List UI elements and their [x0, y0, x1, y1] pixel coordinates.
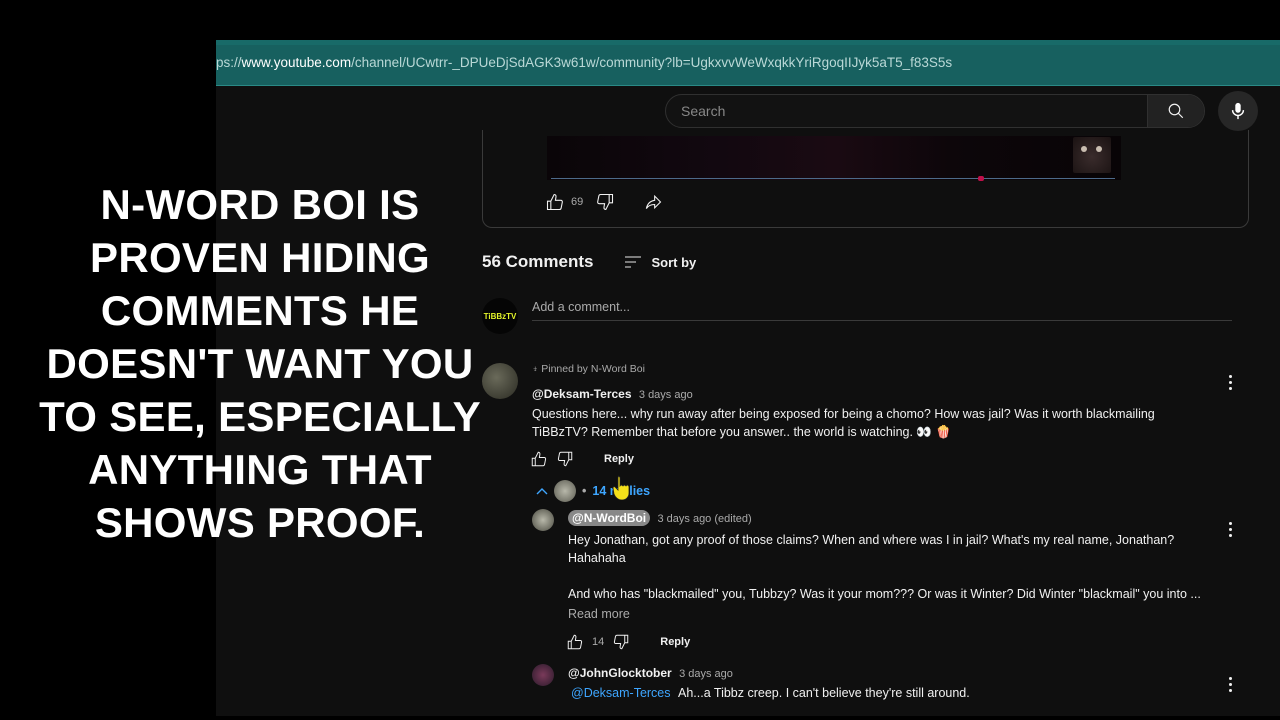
url-text[interactable]: ps://www.youtube.com/channel/UCwtrr-_DPU…: [216, 55, 952, 70]
video-progress-marker[interactable]: [978, 176, 984, 181]
comment-text-line: Questions here... why run away after bei…: [532, 407, 1155, 421]
comment-author[interactable]: @Deksam-Terces: [532, 387, 632, 401]
search-input[interactable]: [666, 102, 1147, 120]
pinned-label: ⍖ Pinned by N-Word Boi: [532, 363, 645, 376]
thumbs-up-icon: [546, 193, 563, 211]
reply-header: @JohnGlocktober 3 days ago: [568, 666, 733, 680]
reply-author-avatar[interactable]: [532, 664, 554, 686]
comment-menu-button[interactable]: [1229, 375, 1233, 390]
reply-like-button[interactable]: [566, 633, 584, 651]
reply-text-line: And who has "blackmailed" you, Tubbzy? W…: [568, 587, 1201, 601]
thumbs-up-icon: [531, 451, 547, 467]
reply-text-content: Ah...a Tibbz creep. I can't believe they…: [678, 686, 970, 700]
url-host: www.youtube.com: [241, 55, 352, 70]
sort-by-label: Sort by: [651, 254, 697, 270]
sort-icon: [625, 256, 642, 268]
comment-header: @Deksam-Terces 3 days ago: [532, 387, 693, 401]
url-path: /channel/UCwtrr-_DPUeDjSdAGK3w61w/commun…: [351, 55, 953, 70]
mention-link[interactable]: @Deksam-Terces: [571, 686, 671, 700]
eye-left: [1081, 146, 1087, 152]
address-bar[interactable]: ps://www.youtube.com/channel/UCwtrr-_DPU…: [216, 40, 1280, 86]
reply-text: Hey Jonathan, got any proof of those cla…: [568, 531, 1201, 603]
voice-search-button[interactable]: [1218, 91, 1258, 131]
creator-avatar-small: [554, 480, 576, 502]
post-like-count: 69: [571, 196, 584, 208]
reply-text-line: Hey Jonathan, got any proof of those cla…: [568, 533, 1175, 547]
eye-right: [1096, 146, 1102, 152]
comment-actions: Reply: [530, 450, 634, 468]
reply-actions: 14 Reply: [566, 633, 690, 651]
channel-owner-badge[interactable]: @N-WordBoi: [568, 510, 651, 526]
community-post-card: 69: [482, 130, 1249, 228]
comment-text: Questions here... why run away after bei…: [532, 405, 1155, 441]
reply-button[interactable]: Reply: [660, 636, 690, 648]
reply-text-line: Hahahaha: [568, 551, 626, 565]
video-preview[interactable]: [547, 136, 1121, 180]
post-actions: 69: [545, 192, 663, 212]
reply-author-avatar[interactable]: [532, 509, 554, 531]
reply-button[interactable]: Reply: [604, 453, 634, 465]
search-box[interactable]: [665, 94, 1205, 128]
thumbs-down-icon: [557, 451, 573, 467]
top-black-bar: [216, 0, 1280, 40]
reply-dislike-button[interactable]: [612, 633, 630, 651]
add-comment-input[interactable]: Add a comment...: [532, 296, 1232, 321]
bottom-black-bar: [216, 716, 1280, 720]
current-user-avatar[interactable]: TiBBzTV: [482, 298, 518, 334]
video-thumbnail-face: [1073, 137, 1111, 173]
reply-header: @N-WordBoi 3 days ago (edited): [568, 510, 752, 526]
reply-time[interactable]: 3 days ago: [679, 668, 733, 680]
comment-text-line: TiBBzTV? Remember that before you answer…: [532, 425, 952, 439]
overlay-caption: N-WORD BOI IS PROVEN HIDING COMMENTS HE …: [39, 181, 481, 546]
sort-by-button[interactable]: Sort by: [623, 254, 696, 270]
search-icon: [1168, 103, 1184, 119]
search-button[interactable]: [1147, 95, 1204, 127]
post-share-button[interactable]: [643, 192, 663, 212]
separator-dot: •: [582, 484, 587, 498]
avatar-logo-text: TiBBzTV: [483, 311, 517, 321]
reply-menu-button[interactable]: [1229, 522, 1233, 537]
reply-menu-button[interactable]: [1229, 677, 1233, 692]
thumbs-down-icon: [597, 193, 614, 211]
url-scheme: ps://: [216, 55, 242, 70]
post-dislike-button[interactable]: [595, 192, 615, 212]
pin-icon: ⍖: [532, 363, 539, 375]
comments-count: 56 Comments: [482, 252, 594, 271]
pinned-by-text: Pinned by N-Word Boi: [541, 363, 645, 375]
chevron-up-icon: [536, 488, 548, 495]
commenter-avatar[interactable]: [482, 363, 518, 399]
reply-like-count: 14: [592, 636, 605, 648]
video-progress-bar[interactable]: [551, 178, 1115, 179]
read-more-link[interactable]: Read more: [568, 607, 630, 621]
post-like-button[interactable]: [545, 192, 565, 212]
thumbs-down-icon: [614, 634, 629, 650]
reply-time[interactable]: 3 days ago (edited): [657, 513, 751, 525]
share-icon: [646, 194, 662, 210]
comment-dislike-button[interactable]: [556, 450, 574, 468]
comment-like-button[interactable]: [530, 450, 548, 468]
comments-header: 56 Comments Sort by: [482, 252, 696, 272]
mic-icon: [1231, 102, 1245, 120]
comment-time[interactable]: 3 days ago: [639, 389, 693, 401]
reply-text: @Deksam-Terces Ah...a Tibbz creep. I can…: [571, 684, 970, 702]
reply-author[interactable]: @JohnGlocktober: [568, 666, 672, 680]
thumbs-up-icon: [567, 634, 583, 650]
hand-cursor-icon: [612, 475, 630, 500]
